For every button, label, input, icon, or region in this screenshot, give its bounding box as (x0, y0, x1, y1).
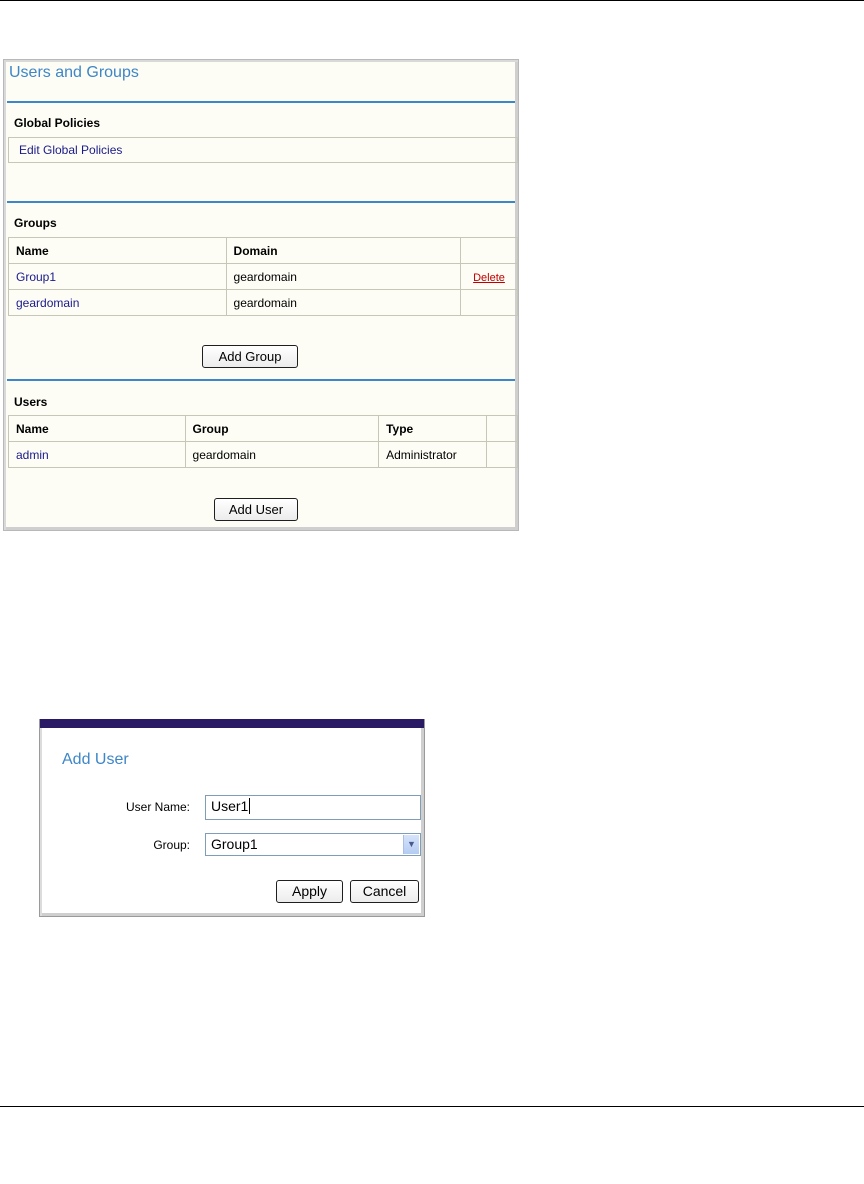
column-header-group: Group (184, 415, 380, 442)
column-header-domain: Domain (225, 237, 462, 264)
section-divider (7, 379, 515, 381)
user-name-input[interactable]: User1​ (205, 795, 421, 820)
table-row: Group1 geardomain Delete (8, 263, 518, 290)
group-select[interactable]: Group1 ▼ (205, 833, 421, 856)
apply-button[interactable]: Apply (276, 880, 343, 903)
dialog-title-bar (40, 719, 424, 728)
group-action-cell (460, 289, 518, 316)
add-user-button[interactable]: Add User (214, 498, 298, 521)
add-user-dialog: Add User User Name: User1​ Group: Group1… (39, 719, 425, 917)
user-group-cell: geardomain (184, 441, 380, 468)
table-header-row: Name Domain (8, 237, 518, 264)
user-name-link[interactable]: admin (16, 448, 49, 462)
user-type-cell: Administrator (378, 441, 488, 468)
page-bottom-rule (0, 1106, 864, 1107)
table-row: admin geardomain Administrator (8, 441, 518, 468)
users-table: Name Group Type admin geardomain Adminis… (8, 415, 518, 468)
global-policies-heading: Global Policies (14, 116, 101, 130)
user-action-cell (486, 441, 518, 468)
chevron-down-icon[interactable]: ▼ (403, 835, 419, 854)
column-header-type: Type (378, 415, 488, 442)
edit-global-policies-link[interactable]: Edit Global Policies (19, 143, 122, 157)
groups-heading: Groups (14, 216, 57, 230)
page-top-rule (0, 0, 864, 1)
section-divider (7, 101, 515, 103)
add-group-button[interactable]: Add Group (202, 345, 298, 368)
dialog-title: Add User (62, 751, 129, 768)
column-header-name: Name (8, 415, 186, 442)
page-title: Users and Groups (9, 64, 139, 81)
global-policies-box: Edit Global Policies (8, 137, 518, 163)
group-name-link[interactable]: Group1 (16, 270, 56, 284)
column-header-action (486, 415, 518, 442)
group-label: Group: (153, 838, 190, 852)
group-name-link[interactable]: geardomain (16, 296, 79, 310)
table-row: geardomain geardomain (8, 289, 518, 316)
groups-table: Name Domain Group1 geardomain Delete gea… (8, 237, 518, 316)
users-and-groups-panel: Users and Groups Global Policies Edit Gl… (3, 59, 519, 531)
cancel-button[interactable]: Cancel (350, 880, 419, 903)
group-select-value: Group1 (211, 836, 258, 852)
section-divider (7, 201, 515, 203)
column-header-name: Name (8, 237, 227, 264)
column-header-action (460, 237, 518, 264)
table-header-row: Name Group Type (8, 415, 518, 442)
users-heading: Users (14, 395, 48, 409)
user-name-label: User Name: (125, 800, 190, 814)
user-name-value: User1 (211, 798, 249, 814)
group-domain-cell: geardomain (225, 289, 462, 316)
delete-group-link[interactable]: Delete (473, 272, 505, 284)
group-domain-cell: geardomain (225, 263, 462, 290)
text-cursor: ​ (249, 798, 251, 814)
